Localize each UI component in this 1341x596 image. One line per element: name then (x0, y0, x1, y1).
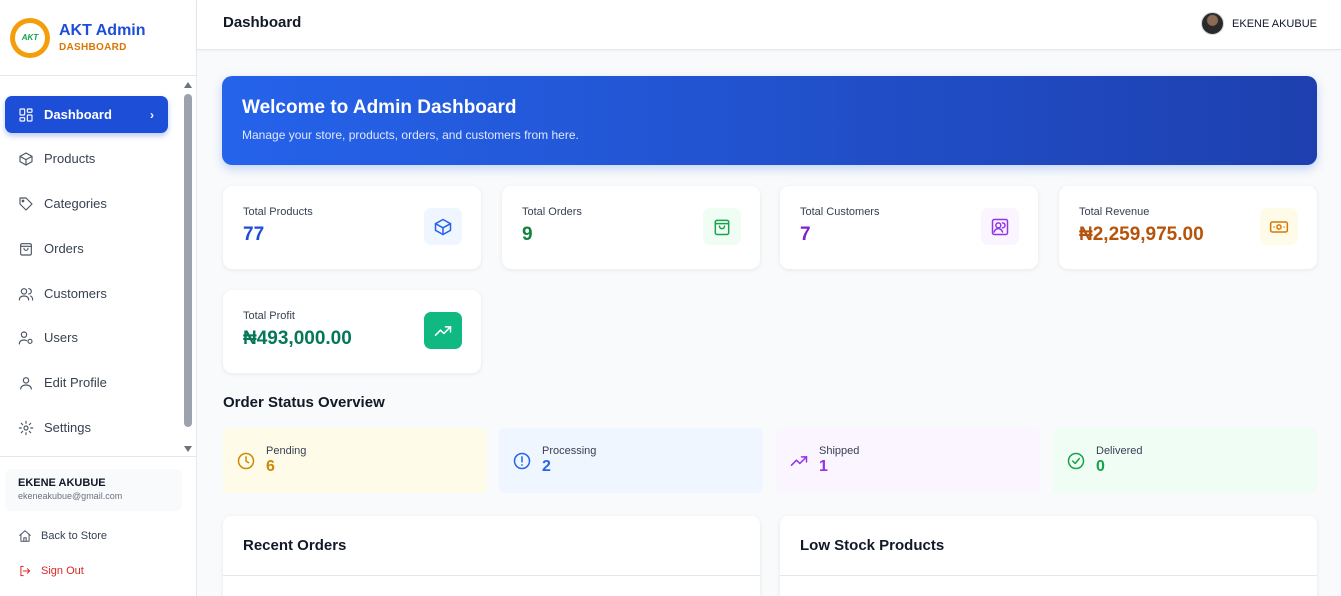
home-icon (19, 530, 31, 542)
brand[interactable]: AKT AKT Admin DASHBOARD (0, 0, 196, 76)
welcome-title: Welcome to Admin Dashboard (242, 97, 517, 118)
stat-card-total-orders: Total Orders 9 (502, 186, 760, 269)
sidebar-item-label: Orders (44, 241, 84, 256)
sign-out-label: Sign Out (41, 565, 84, 577)
status-card-pending: Pending 6 (223, 428, 487, 493)
scroll-up-arrow-icon[interactable] (184, 82, 192, 88)
sidebar-scrollbar[interactable] (183, 80, 193, 454)
trending-up-icon (424, 312, 462, 349)
sidebar-item-users[interactable]: Users (5, 319, 168, 356)
box-icon (18, 151, 34, 167)
stat-card-total-profit: Total Profit ₦493,000.00 (223, 290, 481, 373)
stat-card-total-revenue: Total Revenue ₦2,259,975.00 (1059, 186, 1317, 269)
sidebar-item-label: Categories (44, 196, 107, 211)
sidebar-item-edit-profile[interactable]: Edit Profile (5, 364, 168, 401)
tag-icon (18, 196, 34, 212)
sidebar-user-card: EKENE AKUBUE ekeneakubue@gmail.com (5, 469, 182, 511)
logo-text: AKT (15, 22, 45, 53)
sidebar-item-dashboard[interactable]: Dashboard › (5, 96, 168, 133)
brand-subtitle: DASHBOARD (59, 42, 127, 53)
sidebar-item-customers[interactable]: Customers (5, 275, 168, 312)
clock-icon (236, 451, 256, 471)
back-to-store-link[interactable]: Back to Store (18, 529, 107, 543)
recent-orders-title: Recent Orders (223, 516, 760, 576)
avatar[interactable] (1201, 12, 1225, 35)
low-stock-panel: Low Stock Products (780, 516, 1317, 596)
scroll-thumb[interactable] (184, 94, 192, 427)
sidebar-item-label: Customers (44, 286, 107, 301)
status-count: 0 (1096, 458, 1105, 475)
status-label: Delivered (1096, 445, 1143, 457)
status-card-processing: Processing 2 (499, 428, 763, 493)
status-label: Processing (542, 445, 597, 457)
sidebar-nav: Dashboard › Products Categories Orders C… (0, 80, 182, 456)
sidebar-item-products[interactable]: Products (5, 140, 168, 177)
low-stock-title: Low Stock Products (780, 516, 1317, 576)
stat-card-total-customers: Total Customers 7 (780, 186, 1038, 269)
status-count: 1 (819, 458, 828, 475)
sidebar-footer: EKENE AKUBUE ekeneakubue@gmail.com Back … (0, 456, 196, 596)
sign-out-icon (20, 565, 31, 577)
banknote-icon (1260, 208, 1298, 245)
chevron-right-icon: › (150, 107, 154, 122)
sidebar-item-label: Edit Profile (44, 375, 107, 390)
trending-up-icon (789, 451, 809, 471)
shopping-bag-icon (18, 241, 34, 257)
status-card-delivered: Delivered 0 (1053, 428, 1317, 493)
brand-title: AKT Admin (59, 22, 146, 39)
sign-out-link[interactable]: Sign Out (18, 564, 84, 578)
sidebar-item-label: Settings (44, 420, 91, 435)
back-to-store-label: Back to Store (41, 530, 108, 542)
sidebar-item-label: Dashboard (44, 107, 112, 122)
status-card-shipped: Shipped 1 (776, 428, 1040, 493)
order-status-title: Order Status Overview (223, 394, 385, 411)
sidebar-item-label: Products (44, 151, 96, 166)
sidebar: AKT AKT Admin DASHBOARD Dashboard › Prod… (0, 0, 197, 596)
header-user-menu[interactable]: EKENE AKUBUE (1201, 12, 1317, 35)
user-cog-icon (18, 330, 34, 346)
user-icon (18, 375, 34, 391)
users-icon (981, 208, 1019, 245)
shopping-bag-icon (703, 208, 741, 245)
status-count: 2 (542, 458, 551, 475)
sidebar-item-label: Users (44, 330, 78, 345)
sidebar-item-orders[interactable]: Orders (5, 230, 168, 267)
status-label: Pending (266, 445, 307, 457)
welcome-banner: Welcome to Admin Dashboard Manage your s… (222, 76, 1317, 165)
status-label: Shipped (819, 445, 860, 457)
main-content: Welcome to Admin Dashboard Manage your s… (197, 50, 1341, 596)
gear-icon (18, 420, 34, 436)
cube-icon (424, 208, 462, 245)
top-header: Dashboard EKENE AKUBUE (197, 0, 1341, 50)
dashboard-icon (18, 107, 34, 123)
stat-card-total-products: Total Products 77 (223, 186, 481, 269)
logo: AKT (10, 17, 50, 58)
sidebar-item-settings[interactable]: Settings (5, 409, 168, 446)
sidebar-user-email: ekeneakubue@gmail.com (18, 491, 123, 501)
header-user-name: EKENE AKUBUE (1232, 17, 1317, 30)
sidebar-user-name: EKENE AKUBUE (18, 477, 106, 489)
scroll-down-arrow-icon[interactable] (184, 446, 192, 452)
welcome-subtitle: Manage your store, products, orders, and… (242, 128, 579, 142)
alert-circle-icon (512, 451, 532, 471)
page-title: Dashboard (223, 14, 302, 31)
sidebar-item-categories[interactable]: Categories (5, 185, 168, 222)
users-icon (18, 286, 34, 302)
recent-orders-panel: Recent Orders (223, 516, 760, 596)
status-count: 6 (266, 458, 275, 475)
check-circle-icon (1066, 451, 1086, 471)
